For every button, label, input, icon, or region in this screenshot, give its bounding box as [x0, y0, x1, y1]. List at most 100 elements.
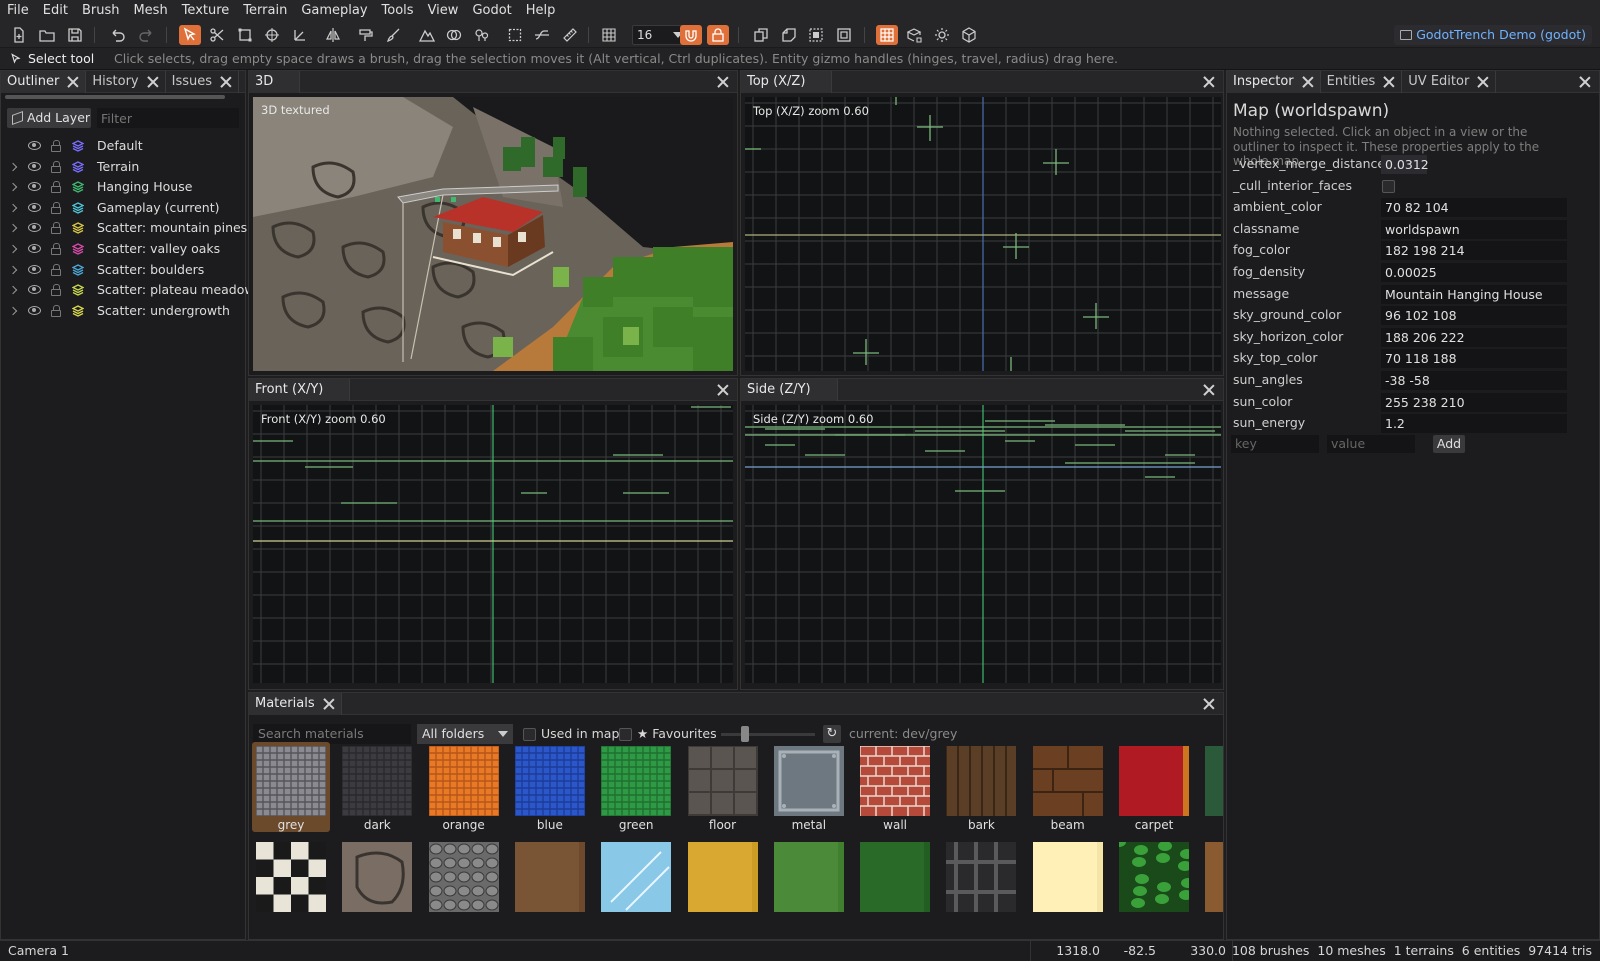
eye-icon[interactable]: [28, 244, 41, 253]
material-tile[interactable]: bark: [942, 742, 1020, 832]
snap-icon[interactable]: [680, 25, 702, 45]
material-tile[interactable]: [597, 838, 675, 928]
property-value[interactable]: 1.2: [1381, 414, 1567, 434]
rotate-tool-icon[interactable]: [261, 25, 283, 45]
property-value[interactable]: worldspawn: [1381, 219, 1567, 239]
property-value[interactable]: 255 238 210: [1381, 392, 1567, 412]
mirror-tool-icon[interactable]: [322, 25, 344, 45]
material-tile[interactable]: [1029, 838, 1107, 928]
menu-mesh[interactable]: Mesh: [126, 0, 174, 22]
close-icon[interactable]: [1383, 76, 1395, 88]
property-value[interactable]: 0.00025: [1381, 263, 1567, 282]
grid-view-icon[interactable]: [876, 25, 898, 45]
eye-icon[interactable]: [28, 182, 41, 192]
tab-issues[interactable]: Issues: [166, 71, 240, 93]
lock-icon[interactable]: [51, 263, 61, 276]
material-tile[interactable]: dark: [338, 742, 416, 832]
menu-texture[interactable]: Texture: [175, 0, 237, 22]
paint-tool-icon[interactable]: [355, 25, 377, 45]
close-icon[interactable]: [323, 698, 335, 710]
brush-tool-icon[interactable]: [383, 25, 405, 45]
layer-row[interactable]: Hanging House: [1, 177, 239, 197]
lighting-icon[interactable]: [931, 25, 953, 45]
select-tool-icon[interactable]: [179, 25, 201, 45]
lock-icon[interactable]: [51, 181, 61, 194]
terrain-tool-icon[interactable]: [416, 25, 438, 45]
folder-select[interactable]: All folders: [417, 724, 513, 744]
material-tile[interactable]: [684, 838, 762, 928]
close-icon[interactable]: [717, 384, 729, 396]
close-icon[interactable]: [1302, 76, 1314, 88]
copy-icon[interactable]: [750, 25, 772, 45]
chevron-right-icon[interactable]: [8, 203, 18, 213]
eye-icon[interactable]: [28, 202, 41, 212]
viewport-front-canvas[interactable]: [253, 405, 733, 683]
undo-icon[interactable]: [107, 25, 129, 45]
close-icon[interactable]: [1203, 384, 1215, 396]
tab-uv-editor[interactable]: UV Editor: [1402, 71, 1497, 93]
property-value[interactable]: 182 198 214: [1381, 241, 1567, 261]
property-value[interactable]: Mountain Hanging House: [1381, 284, 1567, 304]
tab-entities[interactable]: Entities: [1321, 71, 1403, 93]
property-key-input[interactable]: key: [1231, 435, 1319, 453]
menu-terrain[interactable]: Terrain: [236, 0, 294, 22]
chevron-right-icon[interactable]: [8, 306, 18, 316]
material-tile[interactable]: [770, 838, 848, 928]
material-tile[interactable]: [511, 838, 589, 928]
material-tile[interactable]: [425, 838, 503, 928]
property-checkbox[interactable]: [1382, 179, 1395, 193]
close-icon[interactable]: [1477, 76, 1489, 88]
scatter-tool-icon[interactable]: [471, 25, 493, 45]
material-tile[interactable]: wall: [856, 742, 934, 832]
material-tile[interactable]: [1201, 838, 1223, 928]
texture-lock-icon[interactable]: [903, 25, 925, 45]
lock-icon[interactable]: [51, 201, 61, 214]
tab-front[interactable]: Front (X/Y): [249, 379, 351, 401]
tab-side[interactable]: Side (Z/Y): [741, 379, 838, 401]
property-value[interactable]: -38 -58: [1381, 371, 1567, 390]
chevron-right-icon[interactable]: [8, 224, 18, 233]
project-button[interactable]: GodotTrench Demo (godot): [1394, 25, 1592, 45]
close-icon[interactable]: [1203, 698, 1215, 710]
material-tile[interactable]: [942, 838, 1020, 928]
material-tile[interactable]: ch: [1201, 742, 1223, 832]
property-value[interactable]: 0.0312: [1381, 155, 1429, 174]
lock-icon[interactable]: [51, 284, 61, 297]
frame-icon[interactable]: [833, 25, 855, 45]
chevron-right-icon[interactable]: [8, 285, 18, 295]
cube-view-icon[interactable]: [958, 25, 980, 45]
redo-icon[interactable]: [135, 25, 157, 45]
eye-icon[interactable]: [28, 141, 41, 150]
property-value[interactable]: 96 102 108: [1381, 306, 1567, 326]
material-tile[interactable]: [856, 838, 934, 928]
close-icon[interactable]: [67, 76, 79, 88]
material-tile[interactable]: orange: [425, 742, 503, 832]
grid-icon[interactable]: [598, 25, 620, 45]
eye-icon[interactable]: [28, 285, 41, 295]
lock-icon[interactable]: [707, 25, 729, 45]
material-tile[interactable]: [338, 838, 416, 928]
slider-handle[interactable]: [741, 726, 749, 742]
menu-edit[interactable]: Edit: [36, 0, 75, 22]
material-tile[interactable]: [1115, 838, 1193, 928]
viewport-top-canvas[interactable]: [745, 97, 1221, 371]
close-icon[interactable]: [1203, 76, 1215, 88]
material-tile[interactable]: beam: [1029, 742, 1107, 832]
menu-view[interactable]: View: [421, 0, 466, 22]
eye-icon[interactable]: [28, 161, 41, 171]
layer-row[interactable]: Terrain: [1, 157, 239, 177]
property-value[interactable]: 188 206 222: [1381, 327, 1567, 347]
save-icon[interactable]: [64, 25, 86, 45]
viewport-3d-canvas[interactable]: 3D textured: [253, 97, 733, 371]
tab-3d[interactable]: 3D: [249, 71, 301, 93]
layer-row[interactable]: Scatter: undergrowth: [1, 301, 239, 321]
marquee-select-icon[interactable]: [504, 25, 526, 45]
close-icon[interactable]: [1579, 76, 1591, 88]
tab-materials[interactable]: Materials: [249, 693, 342, 715]
viewport-side-canvas[interactable]: [745, 405, 1221, 683]
box-tool-icon[interactable]: [234, 25, 256, 45]
thumbnail-size-slider[interactable]: [721, 733, 815, 736]
eye-icon[interactable]: [28, 264, 41, 274]
path-tool-icon[interactable]: [531, 25, 553, 45]
tab-history[interactable]: History: [86, 71, 166, 93]
